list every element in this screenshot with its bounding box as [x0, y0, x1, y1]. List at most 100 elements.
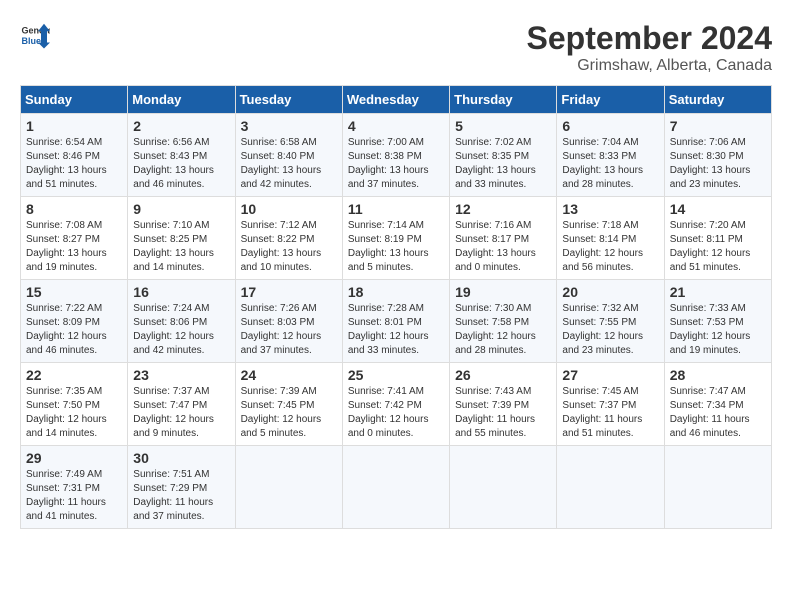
- calendar-cell: [235, 446, 342, 529]
- calendar-cell: 29Sunrise: 7:49 AMSunset: 7:31 PMDayligh…: [21, 446, 128, 529]
- calendar-cell: [450, 446, 557, 529]
- day-info: Sunrise: 7:39 AMSunset: 7:45 PMDaylight:…: [241, 385, 337, 441]
- day-info: Sunrise: 7:51 AMSunset: 7:29 PMDaylight:…: [133, 468, 229, 524]
- calendar-cell: 27 Sunrise: 7:45 AMSunset: 7:37 PMDayligh…: [557, 363, 664, 446]
- calendar-cell: 17 Sunrise: 7:26 AMSunset: 8:03 PMDayligh…: [235, 280, 342, 363]
- header-sunday: Sunday: [21, 86, 128, 114]
- calendar-cell: [664, 446, 771, 529]
- day-number: 21: [670, 284, 766, 300]
- day-number: 25: [348, 367, 444, 383]
- day-number: 8: [26, 201, 122, 217]
- calendar-cell: 24 Sunrise: 7:39 AMSunset: 7:45 PMDayligh…: [235, 363, 342, 446]
- calendar-cell: 19 Sunrise: 7:30 AMSunset: 7:58 PMDayligh…: [450, 280, 557, 363]
- calendar-cell: 26 Sunrise: 7:43 AMSunset: 7:39 PMDayligh…: [450, 363, 557, 446]
- day-number: 22: [26, 367, 122, 383]
- header-saturday: Saturday: [664, 86, 771, 114]
- day-number: 16: [133, 284, 229, 300]
- day-number: 3: [241, 118, 337, 134]
- day-number: 28: [670, 367, 766, 383]
- calendar-cell: 5 Sunrise: 7:02 AMSunset: 8:35 PMDaylight…: [450, 114, 557, 197]
- calendar-cell: 13 Sunrise: 7:18 AMSunset: 8:14 PMDayligh…: [557, 197, 664, 280]
- day-info: Sunrise: 7:14 AMSunset: 8:19 PMDaylight:…: [348, 219, 444, 275]
- day-number: 19: [455, 284, 551, 300]
- day-number: 10: [241, 201, 337, 217]
- calendar-week-5: 29Sunrise: 7:49 AMSunset: 7:31 PMDayligh…: [21, 446, 772, 529]
- logo: General Blue: [20, 20, 54, 50]
- month-year: September 2024: [527, 20, 772, 57]
- calendar-cell: 23 Sunrise: 7:37 AMSunset: 7:47 PMDayligh…: [128, 363, 235, 446]
- day-number: 7: [670, 118, 766, 134]
- day-info: Sunrise: 7:24 AMSunset: 8:06 PMDaylight:…: [133, 302, 229, 358]
- calendar-cell: 9Sunrise: 7:10 AMSunset: 8:25 PMDaylight…: [128, 197, 235, 280]
- page-header: General Blue September 2024 Grimshaw, Al…: [20, 20, 772, 75]
- calendar-cell: 8 Sunrise: 7:08 AMSunset: 8:27 PMDaylight…: [21, 197, 128, 280]
- day-number: 15: [26, 284, 122, 300]
- calendar-cell: 1Sunrise: 6:54 AMSunset: 8:46 PMDaylight…: [21, 114, 128, 197]
- calendar-cell: 7 Sunrise: 7:06 AMSunset: 8:30 PMDaylight…: [664, 114, 771, 197]
- day-number: 20: [562, 284, 658, 300]
- calendar-cell: 20 Sunrise: 7:32 AMSunset: 7:55 PMDayligh…: [557, 280, 664, 363]
- calendar-cell: 28 Sunrise: 7:47 AMSunset: 7:34 PMDayligh…: [664, 363, 771, 446]
- day-number: 2: [133, 118, 229, 134]
- day-info: Sunrise: 6:54 AMSunset: 8:46 PMDaylight:…: [26, 136, 122, 192]
- day-number: 17: [241, 284, 337, 300]
- day-number: 23: [133, 367, 229, 383]
- day-info: Sunrise: 7:26 AMSunset: 8:03 PMDaylight:…: [241, 302, 337, 358]
- day-number: 27: [562, 367, 658, 383]
- day-number: 11: [348, 201, 444, 217]
- day-info: Sunrise: 7:32 AMSunset: 7:55 PMDaylight:…: [562, 302, 658, 358]
- title-block: September 2024 Grimshaw, Alberta, Canada: [527, 20, 772, 75]
- calendar-week-3: 15 Sunrise: 7:22 AMSunset: 8:09 PMDayligh…: [21, 280, 772, 363]
- calendar-cell: 12 Sunrise: 7:16 AMSunset: 8:17 PMDayligh…: [450, 197, 557, 280]
- calendar-cell: 30 Sunrise: 7:51 AMSunset: 7:29 PMDayligh…: [128, 446, 235, 529]
- day-info: Sunrise: 7:22 AMSunset: 8:09 PMDaylight:…: [26, 302, 122, 358]
- calendar-cell: 14Sunrise: 7:20 AMSunset: 8:11 PMDayligh…: [664, 197, 771, 280]
- day-info: Sunrise: 7:47 AMSunset: 7:34 PMDaylight:…: [670, 385, 766, 441]
- day-number: 24: [241, 367, 337, 383]
- day-info: Sunrise: 6:58 AMSunset: 8:40 PMDaylight:…: [241, 136, 337, 192]
- calendar-week-1: 1Sunrise: 6:54 AMSunset: 8:46 PMDaylight…: [21, 114, 772, 197]
- day-number: 18: [348, 284, 444, 300]
- day-number: 6: [562, 118, 658, 134]
- day-info: Sunrise: 7:30 AMSunset: 7:58 PMDaylight:…: [455, 302, 551, 358]
- day-number: 4: [348, 118, 444, 134]
- day-info: Sunrise: 7:43 AMSunset: 7:39 PMDaylight:…: [455, 385, 551, 441]
- day-info: Sunrise: 7:45 AMSunset: 7:37 PMDaylight:…: [562, 385, 658, 441]
- day-info: Sunrise: 6:56 AMSunset: 8:43 PMDaylight:…: [133, 136, 229, 192]
- day-info: Sunrise: 7:18 AMSunset: 8:14 PMDaylight:…: [562, 219, 658, 275]
- day-number: 5: [455, 118, 551, 134]
- calendar-cell: 10 Sunrise: 7:12 AMSunset: 8:22 PMDayligh…: [235, 197, 342, 280]
- calendar-cell: 22Sunrise: 7:35 AMSunset: 7:50 PMDayligh…: [21, 363, 128, 446]
- day-number: 14: [670, 201, 766, 217]
- day-info: Sunrise: 7:37 AMSunset: 7:47 PMDaylight:…: [133, 385, 229, 441]
- day-info: Sunrise: 7:04 AMSunset: 8:33 PMDaylight:…: [562, 136, 658, 192]
- header-tuesday: Tuesday: [235, 86, 342, 114]
- calendar-cell: 15 Sunrise: 7:22 AMSunset: 8:09 PMDayligh…: [21, 280, 128, 363]
- header-friday: Friday: [557, 86, 664, 114]
- header-monday: Monday: [128, 86, 235, 114]
- day-info: Sunrise: 7:06 AMSunset: 8:30 PMDaylight:…: [670, 136, 766, 192]
- calendar-cell: 16 Sunrise: 7:24 AMSunset: 8:06 PMDayligh…: [128, 280, 235, 363]
- svg-text:Blue: Blue: [22, 36, 42, 46]
- day-number: 26: [455, 367, 551, 383]
- header-wednesday: Wednesday: [342, 86, 449, 114]
- calendar-cell: 6 Sunrise: 7:04 AMSunset: 8:33 PMDaylight…: [557, 114, 664, 197]
- calendar-week-4: 22Sunrise: 7:35 AMSunset: 7:50 PMDayligh…: [21, 363, 772, 446]
- day-info: Sunrise: 7:28 AMSunset: 8:01 PMDaylight:…: [348, 302, 444, 358]
- day-info: Sunrise: 7:12 AMSunset: 8:22 PMDaylight:…: [241, 219, 337, 275]
- day-number: 12: [455, 201, 551, 217]
- day-number: 13: [562, 201, 658, 217]
- day-info: Sunrise: 7:02 AMSunset: 8:35 PMDaylight:…: [455, 136, 551, 192]
- calendar-cell: 4Sunrise: 7:00 AMSunset: 8:38 PMDaylight…: [342, 114, 449, 197]
- day-info: Sunrise: 7:41 AMSunset: 7:42 PMDaylight:…: [348, 385, 444, 441]
- calendar-cell: 3 Sunrise: 6:58 AMSunset: 8:40 PMDaylight…: [235, 114, 342, 197]
- calendar-table: SundayMondayTuesdayWednesdayThursdayFrid…: [20, 85, 772, 529]
- calendar-cell: 11 Sunrise: 7:14 AMSunset: 8:19 PMDayligh…: [342, 197, 449, 280]
- calendar-cell: 25 Sunrise: 7:41 AMSunset: 7:42 PMDayligh…: [342, 363, 449, 446]
- calendar-cell: [342, 446, 449, 529]
- day-number: 30: [133, 450, 229, 466]
- day-info: Sunrise: 7:08 AMSunset: 8:27 PMDaylight:…: [26, 219, 122, 275]
- day-info: Sunrise: 7:16 AMSunset: 8:17 PMDaylight:…: [455, 219, 551, 275]
- calendar-cell: 2 Sunrise: 6:56 AMSunset: 8:43 PMDaylight…: [128, 114, 235, 197]
- day-number: 29: [26, 450, 122, 466]
